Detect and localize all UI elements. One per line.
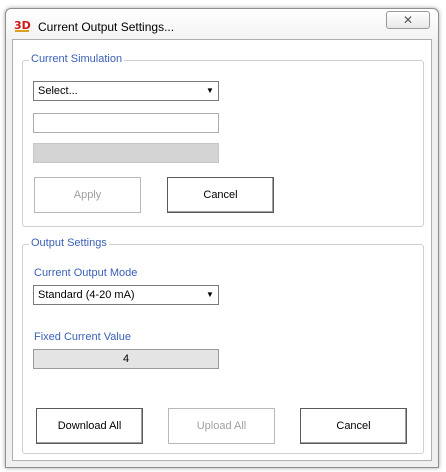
footer-cancel-button[interactable]: Cancel: [300, 408, 407, 444]
download-all-button[interactable]: Download All: [36, 408, 143, 444]
dialog-body: Current Simulation Select... ▼ Apply Can…: [12, 39, 432, 461]
close-button[interactable]: ✕: [386, 11, 430, 29]
simulation-select[interactable]: Select... ▼: [33, 81, 219, 101]
close-icon: ✕: [402, 13, 414, 27]
simulation-cancel-button[interactable]: Cancel: [167, 177, 274, 213]
chevron-down-icon: ▼: [203, 287, 217, 303]
chevron-down-icon: ▼: [203, 83, 217, 99]
title-bar[interactable]: 3D Current Output Settings... ✕: [6, 9, 438, 39]
upload-all-button[interactable]: Upload All: [168, 408, 275, 444]
apply-button[interactable]: Apply: [34, 177, 141, 213]
simulation-value-field[interactable]: [33, 113, 219, 133]
simulation-readonly-field: [33, 143, 219, 163]
output-settings-label: Output Settings: [29, 237, 109, 249]
current-output-mode-select[interactable]: Standard (4-20 mA) ▼: [33, 285, 219, 305]
current-output-mode-label: Current Output Mode: [34, 267, 138, 279]
fixed-current-value-field: 4: [33, 349, 219, 369]
current-simulation-label: Current Simulation: [29, 53, 125, 65]
fixed-current-value-label: Fixed Current Value: [34, 331, 132, 343]
output-settings-group: Output Settings Current Output Mode Stan…: [22, 237, 424, 454]
current-simulation-group: Current Simulation Select... ▼ Apply Can…: [22, 53, 424, 227]
window-title: Current Output Settings...: [38, 20, 175, 34]
dialog-window: 3D Current Output Settings... ✕ Current …: [5, 8, 439, 468]
app-logo-icon: 3D: [14, 19, 31, 32]
simulation-select-value: Select...: [38, 85, 78, 97]
current-output-mode-value: Standard (4-20 mA): [38, 289, 135, 301]
